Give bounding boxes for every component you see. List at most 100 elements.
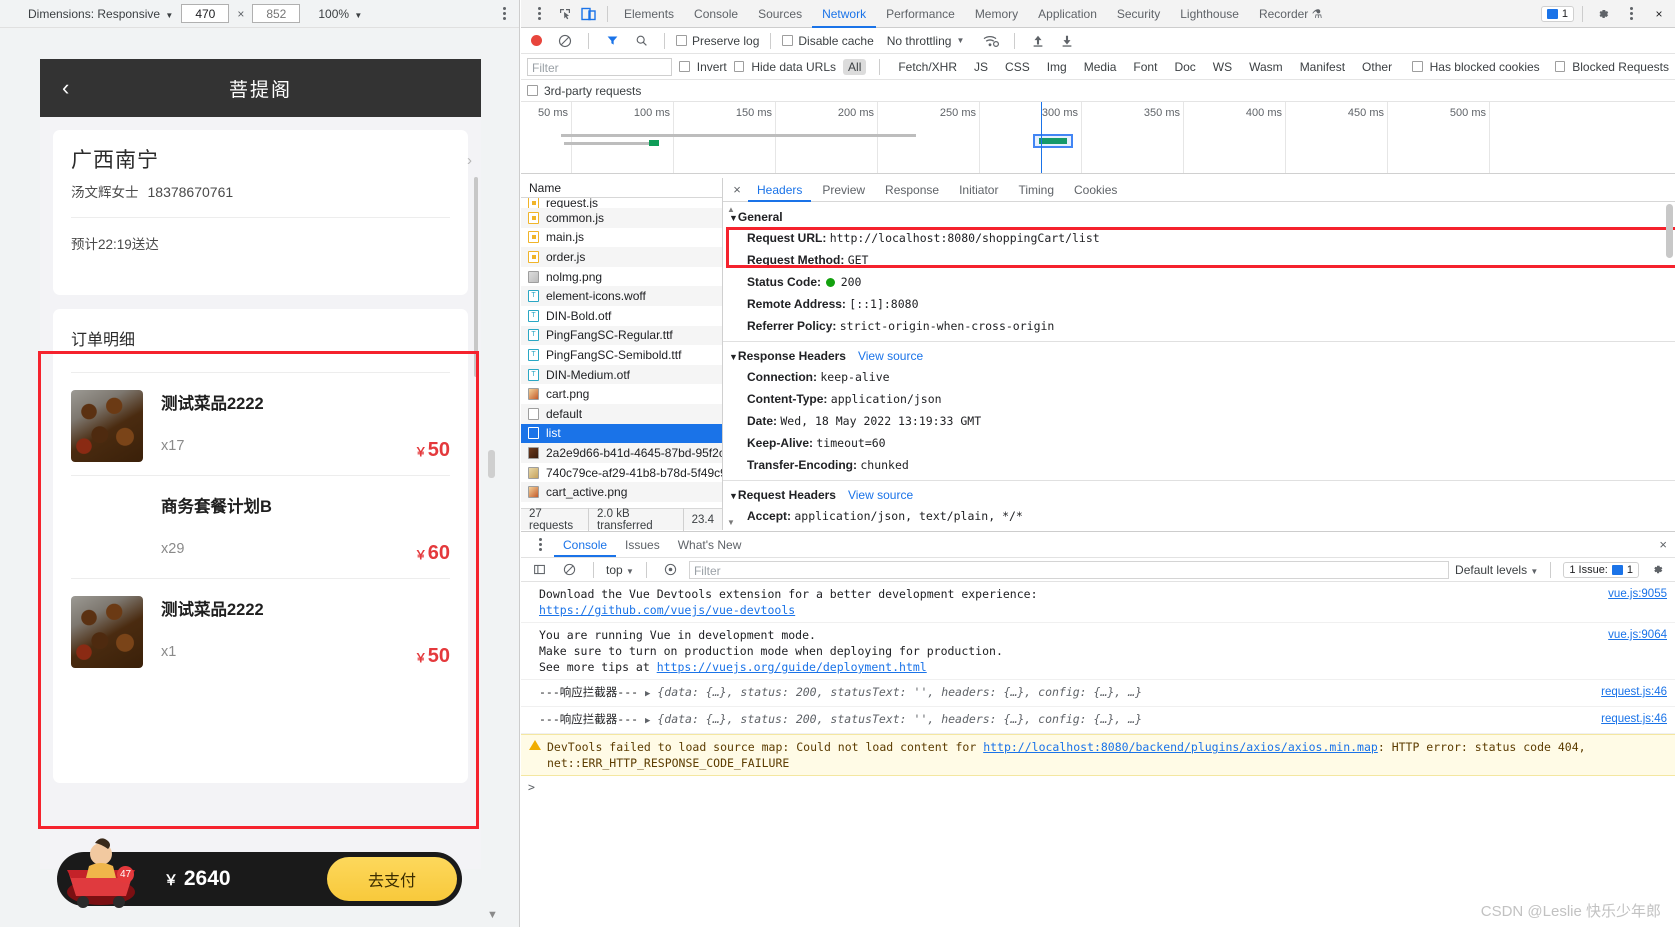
toggle-device-toolbar-icon[interactable] [577,2,601,26]
filter-type-manifest[interactable]: Manifest [1295,59,1350,75]
tab-timing[interactable]: Timing [1009,178,1063,202]
filter-type-wasm[interactable]: Wasm [1244,59,1288,75]
warning-link[interactable]: http://localhost:8080/backend/plugins/ax… [983,740,1378,754]
tab-preview[interactable]: Preview [813,178,874,202]
filter-type-img[interactable]: Img [1042,59,1072,75]
devtools-main-menu-button[interactable] [530,7,548,20]
gear-icon[interactable] [1591,2,1615,26]
tab-cookies[interactable]: Cookies [1065,178,1126,202]
close-icon[interactable]: × [1647,2,1671,26]
console-sidebar-icon[interactable] [527,558,551,582]
record-button[interactable] [531,35,542,46]
tab-network[interactable]: Network [812,0,877,28]
disable-cache-checkbox[interactable] [782,35,794,46]
console-levels-selector[interactable]: Default levels ▼ [1455,563,1538,577]
console-filter-input[interactable]: Filter [688,560,1450,579]
filter-type-all[interactable]: All [843,58,867,75]
list-item[interactable]: cart_active.png [521,482,722,502]
tab-memory[interactable]: Memory [965,0,1028,28]
list-item[interactable]: T DIN-Medium.otf [521,364,722,385]
list-item[interactable]: T PingFangSC-Semibold.ttf [521,345,722,365]
network-overview-timeline[interactable]: 50 ms 100 ms 150 ms 200 ms 250 ms 300 ms… [521,102,1675,174]
request-headers-section-header[interactable]: ▼Request Headers View source [723,485,1675,505]
filter-type-doc[interactable]: Doc [1169,59,1200,75]
detail-scrollbar[interactable] [1666,204,1673,258]
upload-icon[interactable] [1026,29,1050,53]
live-expression-icon[interactable] [659,558,683,582]
list-item[interactable]: order.js [521,247,722,267]
tab-console[interactable]: Console [684,0,748,28]
phone-scrollbar[interactable] [474,177,478,377]
has-blocked-cookies-checkbox[interactable] [1412,61,1423,72]
console-object-preview[interactable]: {data: {…}, status: 200, statusText: '',… [657,712,1142,726]
tab-application[interactable]: Application [1028,0,1107,28]
drawer-more-button[interactable] [531,538,549,551]
filter-type-media[interactable]: Media [1079,59,1122,75]
device-resize-handle[interactable] [488,450,495,478]
console-object-preview[interactable]: {data: {…}, status: 200, statusText: '',… [657,685,1142,699]
list-item[interactable]: cart.png [521,384,722,404]
throttling-value[interactable]: No throttling [887,34,952,48]
third-party-checkbox[interactable] [527,85,538,96]
view-source-link[interactable]: View source [848,488,913,502]
clear-icon[interactable] [553,29,577,53]
list-item[interactable]: default [521,403,722,424]
filter-type-other[interactable]: Other [1357,59,1397,75]
list-item[interactable]: main.js [521,228,722,248]
dimensions-dropdown[interactable]: Dimensions: Responsive ▼ [28,7,173,21]
pay-button[interactable]: 去支付 [327,857,457,901]
console-source-link[interactable]: vue.js:9064 [1608,627,1667,643]
wifi-settings-icon[interactable] [979,29,1003,53]
list-item[interactable]: request.js [521,198,722,208]
console-source-link[interactable]: vue.js:9055 [1608,586,1667,602]
viewport-width-input[interactable] [181,4,230,23]
list-item[interactable]: common.js [521,208,722,228]
tab-headers[interactable]: Headers [748,178,812,202]
drawer-tab-whats-new[interactable]: What's New [669,533,751,557]
filter-type-fetch-xhr[interactable]: Fetch/XHR [893,59,962,75]
list-item-selected[interactable]: list [521,423,722,444]
search-icon[interactable] [629,29,653,53]
close-detail-icon[interactable]: × [728,182,746,197]
console-issues-pill[interactable]: 1 Issue: 1 [1563,561,1639,578]
issues-counter[interactable]: 1 [1540,5,1574,22]
hide-data-urls-checkbox[interactable] [733,61,745,72]
scroll-up-icon[interactable]: ▲ [727,205,735,214]
tab-recorder[interactable]: Recorder ⚗ [1249,0,1332,28]
list-item[interactable]: nolmg.png [521,267,722,287]
inspect-element-icon[interactable] [553,2,577,26]
zoom-dropdown[interactable]: 100% ▼ [318,7,362,21]
tab-initiator[interactable]: Initiator [950,178,1007,202]
list-item[interactable]: T PingFangSC-Regular.ttf [521,325,722,346]
general-section-header[interactable]: ▼General [723,207,1675,227]
list-item[interactable]: 740c79ce-af29-41b8-b78d-5f49c96 [521,463,722,483]
filter-icon[interactable] [600,29,624,53]
chevron-down-icon[interactable]: ▼ [956,36,964,45]
blocked-requests-checkbox[interactable] [1554,61,1566,72]
back-icon[interactable]: ‹ [62,77,69,99]
tab-response[interactable]: Response [876,178,948,202]
console-source-link[interactable]: request.js:46 [1601,684,1667,700]
download-icon[interactable] [1055,29,1079,53]
scroll-down-icon[interactable]: ▼ [487,909,498,921]
tab-lighthouse[interactable]: Lighthouse [1170,0,1249,28]
tab-sources[interactable]: Sources [748,0,812,28]
filter-type-css[interactable]: CSS [1000,59,1035,75]
response-headers-section-header[interactable]: ▼Response Headers View source [723,346,1675,366]
drawer-close-icon[interactable]: × [1659,537,1667,552]
viewport-height-input[interactable] [252,4,301,23]
preserve-log-checkbox[interactable] [676,35,687,46]
drawer-tab-issues[interactable]: Issues [616,533,669,557]
overview-selection[interactable] [1033,134,1073,148]
console-message-link[interactable]: https://vuejs.org/guide/deployment.html [657,660,927,674]
console-context-selector[interactable]: top ▼ [606,563,634,577]
console-settings-gear-icon[interactable] [1645,558,1669,582]
expand-triangle-icon[interactable]: ▶ [645,689,650,699]
filter-type-js[interactable]: JS [969,59,993,75]
console-message-link[interactable]: https://github.com/vuejs/vue-devtools [539,602,1667,618]
filter-type-ws[interactable]: WS [1208,59,1237,75]
list-item[interactable]: T element-icons.woff [521,286,722,306]
scroll-down-icon[interactable]: ▼ [727,518,735,527]
request-rows[interactable]: request.js common.js main.js order.js no… [521,198,722,508]
request-list[interactable]: Name request.js common.js main.js order.… [521,178,723,532]
